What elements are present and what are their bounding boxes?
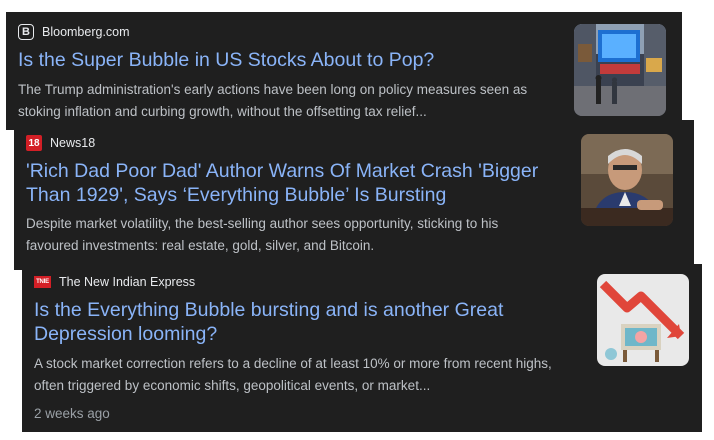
snippet-line: A stock market correction refers to a de… xyxy=(34,356,552,371)
times-square-photo-icon xyxy=(574,24,666,116)
snippet-line: favoured investments: real estate, gold,… xyxy=(26,238,375,253)
result-thumbnail[interactable] xyxy=(597,274,689,366)
result-thumbnail[interactable] xyxy=(574,24,666,116)
result-snippet: The Trump administration's early actions… xyxy=(18,79,568,123)
result-snippet: Despite market volatility, the best-sell… xyxy=(26,213,586,257)
news18-favicon-icon: 18 xyxy=(26,135,42,151)
result-title[interactable]: Is the Everything Bubble bursting and is… xyxy=(34,298,594,346)
title-line: Than 1929', Says ‘Everything Bubble’ Is … xyxy=(26,184,447,206)
source-name: Bloomberg.com xyxy=(42,25,130,39)
title-line: Depression looming? xyxy=(34,323,218,345)
result-snippet: A stock market correction refers to a de… xyxy=(34,353,604,397)
author-portrait-photo-icon xyxy=(581,134,673,226)
market-crash-illustration-icon xyxy=(597,274,689,366)
result-source[interactable]: TNIE The New Indian Express xyxy=(34,275,195,289)
result-title[interactable]: 'Rich Dad Poor Dad' Author Warns Of Mark… xyxy=(26,159,586,207)
source-name: News18 xyxy=(50,136,96,150)
title-line: 'Rich Dad Poor Dad' Author Warns Of Mark… xyxy=(26,160,539,182)
snippet-line: often triggered by economic shifts, geop… xyxy=(34,378,431,393)
snippet-line: Despite market volatility, the best-sell… xyxy=(26,216,499,231)
result-source[interactable]: B Bloomberg.com xyxy=(18,24,130,40)
source-name: The New Indian Express xyxy=(59,275,196,289)
tnie-favicon-icon: TNIE xyxy=(34,276,51,288)
result-timestamp: 2 weeks ago xyxy=(34,406,110,421)
result-source[interactable]: 18 News18 xyxy=(26,135,95,151)
result-title[interactable]: Is the Super Bubble in US Stocks About t… xyxy=(18,48,558,72)
result-thumbnail[interactable] xyxy=(581,134,673,226)
result-card-news18[interactable]: 18 News18 'Rich Dad Poor Dad' Author War… xyxy=(14,120,694,270)
title-line: Is the Everything Bubble bursting and is… xyxy=(34,299,504,321)
result-card-newindianexpress[interactable]: TNIE The New Indian Express Is the Every… xyxy=(22,264,702,432)
bloomberg-favicon-icon: B xyxy=(18,24,34,40)
result-card-bloomberg[interactable]: B Bloomberg.com Is the Super Bubble in U… xyxy=(6,12,682,130)
snippet-line: The Trump administration's early actions… xyxy=(18,82,528,97)
